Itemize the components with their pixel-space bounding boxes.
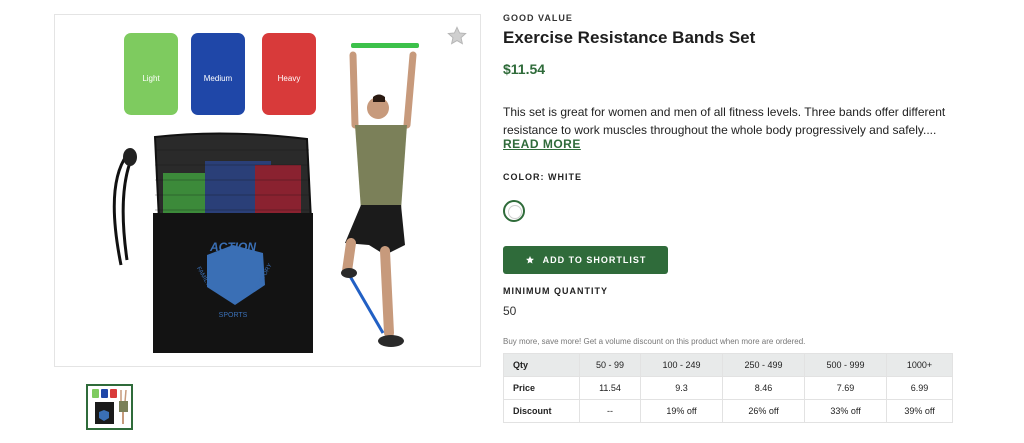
table-cell: 6.99 [886,376,953,400]
table-header-cell: 1000+ [886,353,953,377]
table-cell: 19% off [639,399,724,423]
minimum-quantity-value: 50 [503,304,517,318]
minimum-quantity-label: MINIMUM QUANTITY [503,286,608,296]
bag-logo-text: ACTION [209,240,256,254]
volume-pricing-table: Qty 50 - 99 100 - 249 250 - 499 500 - 99… [503,353,953,423]
table-row: Price 11.54 9.3 8.46 7.69 6.99 [503,376,953,400]
shortlist-label: ADD TO SHORTLIST [542,255,647,265]
heavy-band-label: Heavy [278,74,301,83]
table-header-row: Qty 50 - 99 100 - 249 250 - 499 500 - 99… [503,353,953,377]
table-cell: 39% off [886,399,953,423]
table-header-cell: 500 - 999 [804,353,888,377]
table-row: Discount -- 19% off 26% off 33% off 39% … [503,399,953,423]
product-price: $11.54 [503,61,546,77]
add-to-shortlist-button[interactable]: ADD TO SHORTLIST [503,246,668,274]
product-main-image[interactable]: Light Medium Heavy ACTION FAMILY FACTORY [54,14,481,367]
swatch-fill [508,205,522,219]
table-cell: 8.46 [722,376,806,400]
bag-text-sports: SPORTS [219,312,248,319]
light-band-label: Light [142,74,160,83]
brand-label: GOOD VALUE [503,13,573,23]
table-header-cell: 100 - 249 [639,353,724,377]
table-cell: -- [579,399,641,423]
medium-band-label: Medium [204,74,233,83]
table-cell: Price [503,376,580,400]
color-label: COLOR: WHITE [503,172,582,182]
table-cell: 33% off [804,399,888,423]
table-header-cell: 250 - 499 [722,353,806,377]
product-title: Exercise Resistance Bands Set [503,28,756,47]
person-figure [341,43,419,347]
color-swatch-white[interactable] [503,200,525,222]
mesh-bag: ACTION FAMILY FACTORY SPORTS [112,132,313,353]
star-icon [447,26,467,45]
table-header-cell: 50 - 99 [579,353,641,377]
table-cell: Discount [503,399,580,423]
star-icon [525,256,534,264]
table-cell: 26% off [722,399,806,423]
read-more-link[interactable]: READ MORE [503,137,581,151]
table-header-cell: Qty [503,353,580,377]
favorite-star-button[interactable] [446,25,468,47]
volume-discount-note: Buy more, save more! Get a volume discou… [503,337,806,346]
thumbnail-image [88,386,131,428]
thumbnail-1[interactable] [86,384,133,430]
product-description: This set is great for women and men of a… [503,105,946,137]
table-cell: 11.54 [579,376,641,400]
product-photo: Light Medium Heavy ACTION FAMILY FACTORY [112,33,419,353]
table-cell: 9.3 [639,376,724,400]
table-cell: 7.69 [804,376,888,400]
